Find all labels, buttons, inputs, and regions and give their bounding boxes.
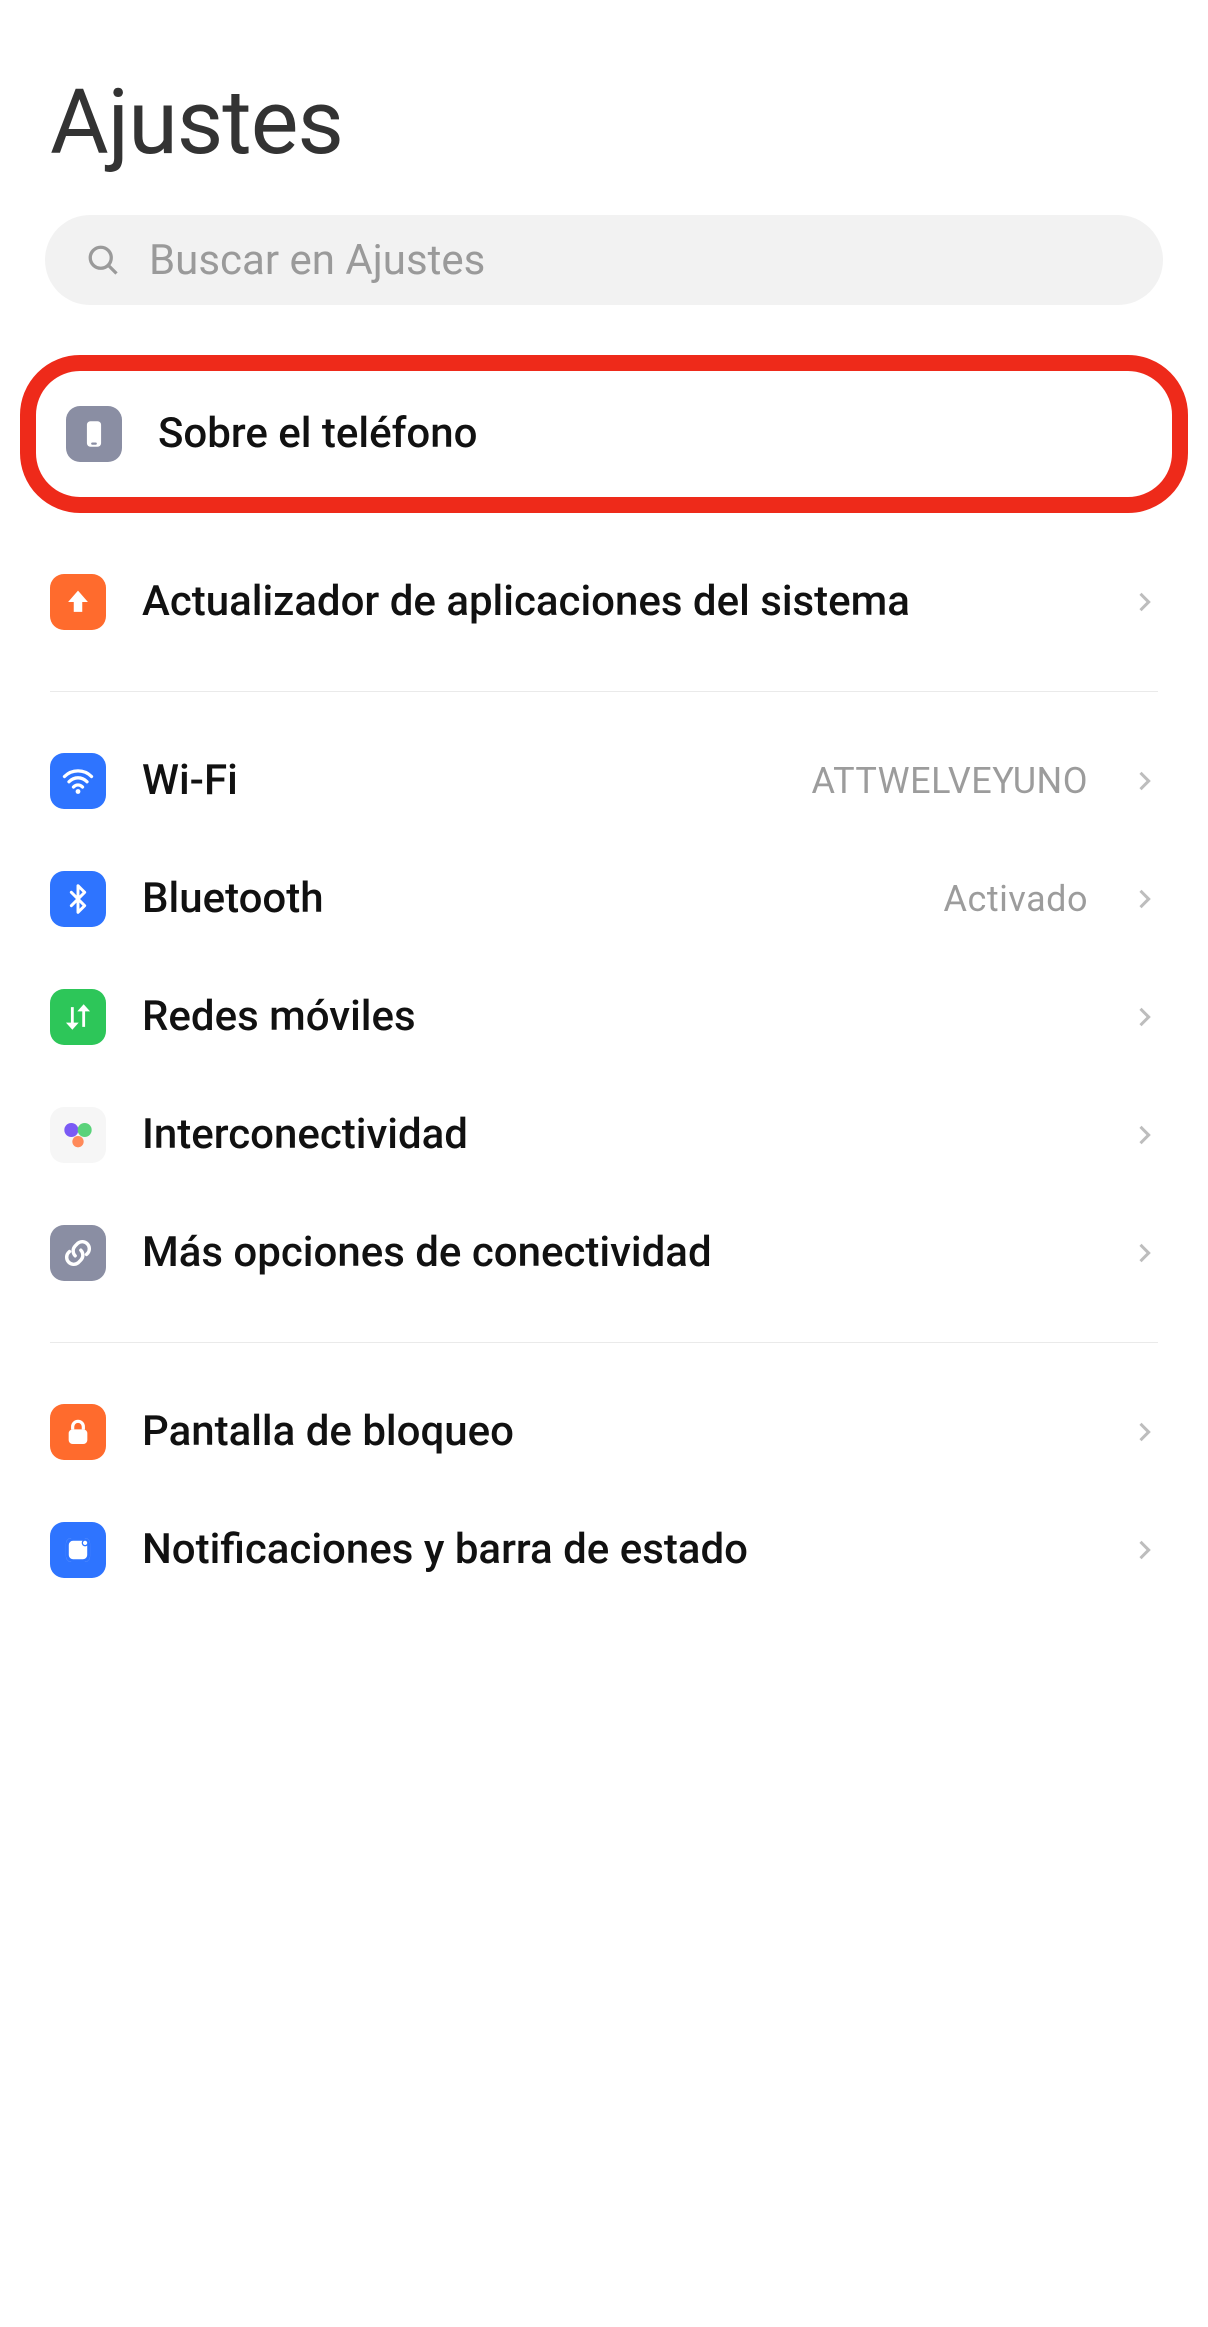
interconnect-icon [50, 1107, 106, 1163]
row-interconnectivity[interactable]: Interconectividad [0, 1076, 1208, 1194]
chevron-right-icon [1130, 1003, 1158, 1031]
row-label: Sobre el teléfono [158, 409, 1142, 459]
update-arrow-icon [50, 574, 106, 630]
row-label: Más opciones de conectividad [142, 1228, 1094, 1278]
section-divider [50, 1342, 1158, 1343]
phone-icon [66, 406, 122, 462]
row-label: Bluetooth [142, 874, 908, 924]
row-mobile-networks[interactable]: Redes móviles [0, 958, 1208, 1076]
row-label: Wi-Fi [142, 756, 775, 806]
row-wifi[interactable]: Wi-Fi ATTWELVEYUNO [0, 722, 1208, 840]
search-wrapper: Buscar en Ajustes [0, 215, 1208, 355]
search-placeholder: Buscar en Ajustes [149, 236, 485, 285]
row-label: Redes móviles [142, 992, 1094, 1042]
settings-screen: Ajustes Buscar en Ajustes Sobre el teléf… [0, 0, 1208, 1649]
notification-bar-icon [50, 1522, 106, 1578]
row-label: Notificaciones y barra de estado [142, 1525, 1094, 1575]
page-title: Ajustes [0, 50, 1208, 215]
chevron-right-icon [1130, 1239, 1158, 1267]
row-label: Actualizador de aplicaciones del sistema [142, 578, 1094, 626]
chevron-right-icon [1130, 767, 1158, 795]
highlight-ring: Sobre el teléfono [20, 355, 1188, 513]
row-bluetooth[interactable]: Bluetooth Activado [0, 840, 1208, 958]
lock-icon [50, 1404, 106, 1460]
chevron-right-icon [1130, 1418, 1158, 1446]
highlight-annotation: Sobre el teléfono [0, 355, 1208, 513]
bluetooth-icon [50, 871, 106, 927]
wifi-icon [50, 753, 106, 809]
link-icon [50, 1225, 106, 1281]
row-lock-screen[interactable]: Pantalla de bloqueo [0, 1373, 1208, 1491]
row-more-connectivity[interactable]: Más opciones de conectividad [0, 1194, 1208, 1312]
section-divider [50, 691, 1158, 692]
row-label: Pantalla de bloqueo [142, 1407, 1094, 1457]
row-value: ATTWELVEYUNO [811, 760, 1088, 802]
row-notifications-status-bar[interactable]: Notificaciones y barra de estado [0, 1491, 1208, 1609]
row-system-app-updater[interactable]: Actualizador de aplicaciones del sistema [0, 543, 1208, 661]
chevron-right-icon [1130, 1121, 1158, 1149]
row-about-phone[interactable]: Sobre el teléfono [42, 375, 1166, 493]
chevron-right-icon [1130, 588, 1158, 616]
search-input[interactable]: Buscar en Ajustes [45, 215, 1163, 305]
search-icon [85, 242, 121, 278]
chevron-right-icon [1130, 885, 1158, 913]
row-label: Interconectividad [142, 1110, 1094, 1160]
mobile-data-icon [50, 989, 106, 1045]
chevron-right-icon [1130, 1536, 1158, 1564]
row-value: Activado [944, 878, 1088, 920]
